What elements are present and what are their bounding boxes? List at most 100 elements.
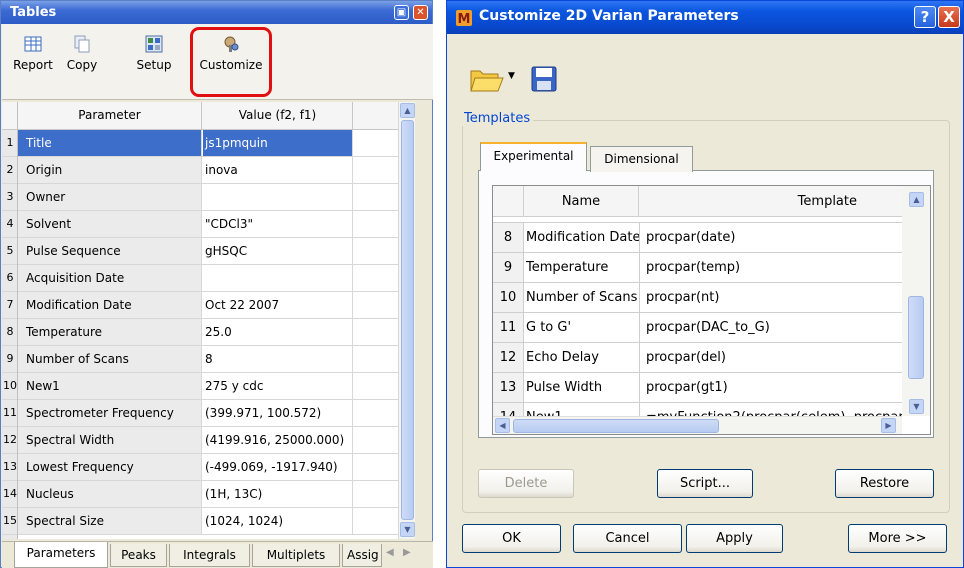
value-cell[interactable]: (1H, 13C) — [203, 481, 353, 507]
table-row[interactable]: Owner — [18, 184, 398, 211]
row-number[interactable]: 9 — [493, 253, 523, 282]
tab-scroll-left-icon[interactable]: ◀ — [386, 547, 394, 558]
scroll-down-icon[interactable]: ▼ — [400, 522, 415, 537]
row-number[interactable]: 15 — [2, 508, 17, 535]
row-number[interactable]: 5 — [2, 238, 17, 265]
report-button[interactable]: Report — [10, 28, 56, 98]
row-number[interactable]: 10 — [493, 283, 523, 312]
scroll-right-icon[interactable]: ▶ — [881, 418, 896, 433]
table-row[interactable]: 13 Pulse Width procpar(gt1) — [493, 373, 902, 403]
tab-peaks[interactable]: Peaks — [110, 544, 167, 567]
value-cell[interactable]: Oct 22 2007 — [203, 292, 353, 318]
row-number[interactable]: 10 — [2, 373, 17, 400]
table-row[interactable]: Nucleus (1H, 13C) — [18, 481, 398, 508]
row-number[interactable]: 1 — [2, 130, 17, 157]
row-number[interactable]: 3 — [2, 184, 17, 211]
template-cell[interactable]: procpar(gt1) — [641, 373, 902, 402]
value-cell[interactable]: 25.0 — [203, 319, 353, 345]
table-row[interactable]: Spectral Width (4199.916, 25000.000) — [18, 427, 398, 454]
dialog-close-button[interactable]: X — [938, 6, 960, 28]
scroll-thumb[interactable] — [908, 296, 924, 379]
row-number[interactable]: 6 — [2, 265, 17, 292]
grid-vertical-scrollbar[interactable]: ▲ ▼ — [398, 102, 415, 539]
value-cell[interactable]: (-499.069, -1917.940) — [203, 454, 353, 480]
help-button[interactable]: ? — [914, 6, 936, 28]
template-cell[interactable]: procpar(temp) — [641, 253, 902, 282]
restore-button[interactable]: Restore — [835, 469, 934, 498]
param-cell[interactable]: Nucleus — [18, 481, 202, 507]
scroll-thumb[interactable] — [401, 120, 414, 520]
name-cell[interactable]: Number of Scans — [523, 283, 640, 312]
column-header-parameter[interactable]: Parameter — [18, 102, 202, 129]
open-folder-icon[interactable] — [468, 63, 506, 95]
tab-experimental[interactable]: Experimental — [480, 142, 587, 171]
table-row[interactable]: Title js1pmquin — [18, 130, 398, 157]
template-cell[interactable]: procpar(DAC_to_G) — [641, 313, 902, 342]
name-cell[interactable]: G to G' — [523, 313, 640, 342]
template-cell[interactable]: procpar(date) — [641, 223, 902, 252]
param-cell[interactable]: Spectrometer Frequency — [18, 400, 202, 426]
row-number[interactable]: 9 — [2, 346, 17, 373]
tab-integrals[interactable]: Integrals — [169, 544, 250, 567]
column-header-value[interactable]: Value (f2, f1) — [203, 102, 353, 129]
param-cell[interactable]: Title — [18, 130, 202, 156]
table-row[interactable]: Acquisition Date — [18, 265, 398, 292]
param-cell[interactable]: Owner — [18, 184, 202, 210]
row-number[interactable]: 12 — [493, 343, 523, 372]
template-cell[interactable]: procpar(nt) — [641, 283, 902, 312]
copy-button[interactable]: Copy — [63, 28, 101, 98]
value-cell[interactable]: js1pmquin — [203, 130, 353, 156]
delete-button[interactable]: Delete — [478, 469, 574, 498]
table-row[interactable]: 8 Modification Date procpar(date) — [493, 223, 902, 253]
table-row[interactable]: Number of Scans 8 — [18, 346, 398, 373]
param-cell[interactable]: Spectral Width — [18, 427, 202, 453]
more-button[interactable]: More >> — [848, 524, 947, 553]
ok-button[interactable]: OK — [462, 524, 561, 553]
param-cell[interactable]: Origin — [18, 157, 202, 183]
tab-parameters[interactable]: Parameters — [14, 542, 108, 568]
param-cell[interactable]: Modification Date — [18, 292, 202, 318]
name-cell[interactable]: Temperature — [523, 253, 640, 282]
param-cell[interactable]: Spectral Size — [18, 508, 202, 534]
param-cell[interactable]: New1 — [18, 373, 202, 399]
tab-assignments[interactable]: Assig — [342, 544, 382, 567]
row-number[interactable]: 13 — [2, 454, 17, 481]
value-cell[interactable] — [203, 265, 353, 291]
table-row[interactable]: 12 Echo Delay procpar(del) — [493, 343, 902, 373]
restore-icon[interactable]: ▣ — [394, 5, 409, 20]
scroll-thumb[interactable] — [513, 419, 719, 433]
tab-dimensional[interactable]: Dimensional — [590, 146, 693, 172]
value-cell[interactable]: "CDCl3" — [203, 211, 353, 237]
tab-multiplets[interactable]: Multiplets — [252, 544, 340, 567]
row-number[interactable]: 11 — [2, 400, 17, 427]
scroll-down-icon[interactable]: ▼ — [909, 399, 924, 414]
name-cell[interactable]: Modification Date — [523, 223, 640, 252]
table-row[interactable]: Pulse Sequence gHSQC — [18, 238, 398, 265]
table-row[interactable]: Spectrometer Frequency (399.971, 100.572… — [18, 400, 398, 427]
value-cell[interactable]: inova — [203, 157, 353, 183]
folder-dropdown-icon[interactable]: ▼ — [508, 71, 515, 81]
row-number[interactable]: 11 — [493, 313, 523, 342]
row-number[interactable]: 4 — [2, 211, 17, 238]
row-number[interactable]: 8 — [493, 223, 523, 252]
script-button[interactable]: Script... — [657, 469, 753, 498]
param-cell[interactable]: Pulse Sequence — [18, 238, 202, 264]
table-row[interactable]: Solvent "CDCl3" — [18, 211, 398, 238]
param-cell[interactable]: Number of Scans — [18, 346, 202, 372]
row-number[interactable]: 14 — [2, 481, 17, 508]
scroll-left-icon[interactable]: ◀ — [495, 418, 510, 433]
param-cell[interactable]: Solvent — [18, 211, 202, 237]
table-row[interactable]: 10 Number of Scans procpar(nt) — [493, 283, 902, 313]
table-row[interactable]: New1 275 y cdc — [18, 373, 398, 400]
row-number[interactable]: 7 — [2, 292, 17, 319]
value-cell[interactable]: 275 y cdc — [203, 373, 353, 399]
param-cell[interactable]: Temperature — [18, 319, 202, 345]
table-row[interactable]: 11 G to G' procpar(DAC_to_G) — [493, 313, 902, 343]
column-header-template[interactable]: Template — [640, 186, 902, 217]
name-cell[interactable]: Pulse Width — [523, 373, 640, 402]
table-row[interactable]: Temperature 25.0 — [18, 319, 398, 346]
value-cell[interactable]: 8 — [203, 346, 353, 372]
value-cell[interactable]: gHSQC — [203, 238, 353, 264]
table-row[interactable]: Modification Date Oct 22 2007 — [18, 292, 398, 319]
setup-button[interactable]: Setup — [133, 28, 175, 98]
